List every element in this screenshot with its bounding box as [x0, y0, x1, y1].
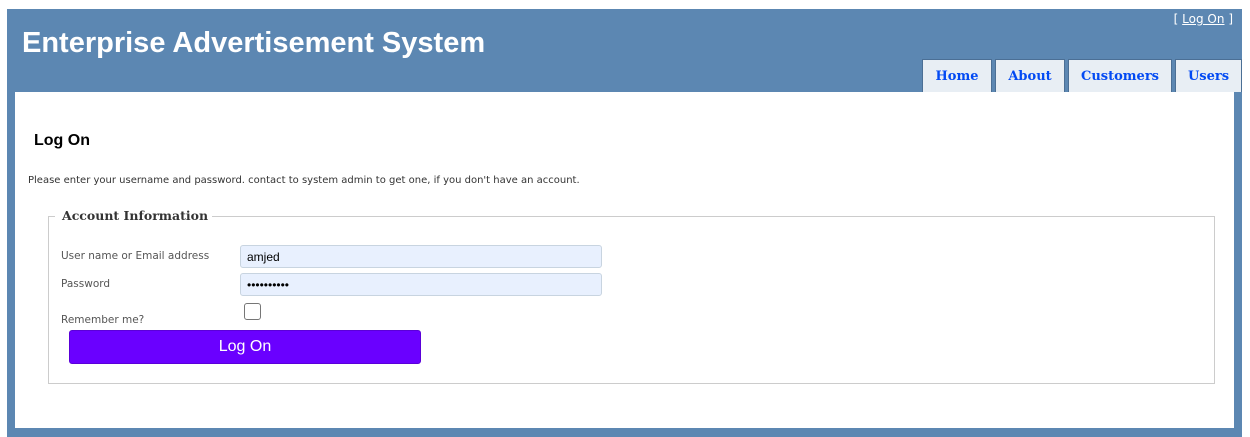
- menu-item-label: Users: [1187, 68, 1230, 84]
- login-close-bracket: ]: [1228, 12, 1233, 26]
- account-information-fieldset: Account Information User name or Email a…: [48, 207, 1215, 384]
- page-heading: Log On: [34, 132, 90, 149]
- login-display: [ Log On ]: [1174, 11, 1233, 27]
- menu-item-label: Home: [935, 68, 979, 84]
- page-frame: Enterprise Advertisement System [ Log On…: [7, 9, 1242, 437]
- username-input[interactable]: [240, 245, 602, 268]
- site-title: Enterprise Advertisement System: [22, 27, 486, 59]
- main-content: Log On Please enter your username and pa…: [15, 92, 1234, 428]
- menu-item-home[interactable]: Home: [922, 59, 992, 92]
- menu-item-label: About: [1008, 68, 1052, 84]
- menu-item-users[interactable]: Users: [1175, 59, 1242, 92]
- logon-button[interactable]: Log On: [69, 330, 421, 364]
- menu-item-customers[interactable]: Customers: [1068, 59, 1172, 92]
- logon-link[interactable]: Log On: [1182, 12, 1224, 26]
- logon-button-label: Log On: [218, 338, 272, 355]
- header: Enterprise Advertisement System [ Log On…: [7, 9, 1242, 92]
- instructions-text: Please enter your username and password.…: [28, 175, 580, 186]
- fieldset-legend: Account Information: [55, 207, 213, 225]
- password-input[interactable]: [240, 273, 602, 296]
- menu-item-label: Customers: [1081, 68, 1159, 84]
- username-label: User name or Email address: [61, 250, 210, 262]
- login-open-bracket: [: [1173, 12, 1179, 26]
- remember-me-checkbox[interactable]: [244, 303, 261, 320]
- password-label: Password: [61, 278, 111, 290]
- remember-me-label: Remember me?: [61, 314, 145, 326]
- menu-item-about[interactable]: About: [995, 59, 1065, 92]
